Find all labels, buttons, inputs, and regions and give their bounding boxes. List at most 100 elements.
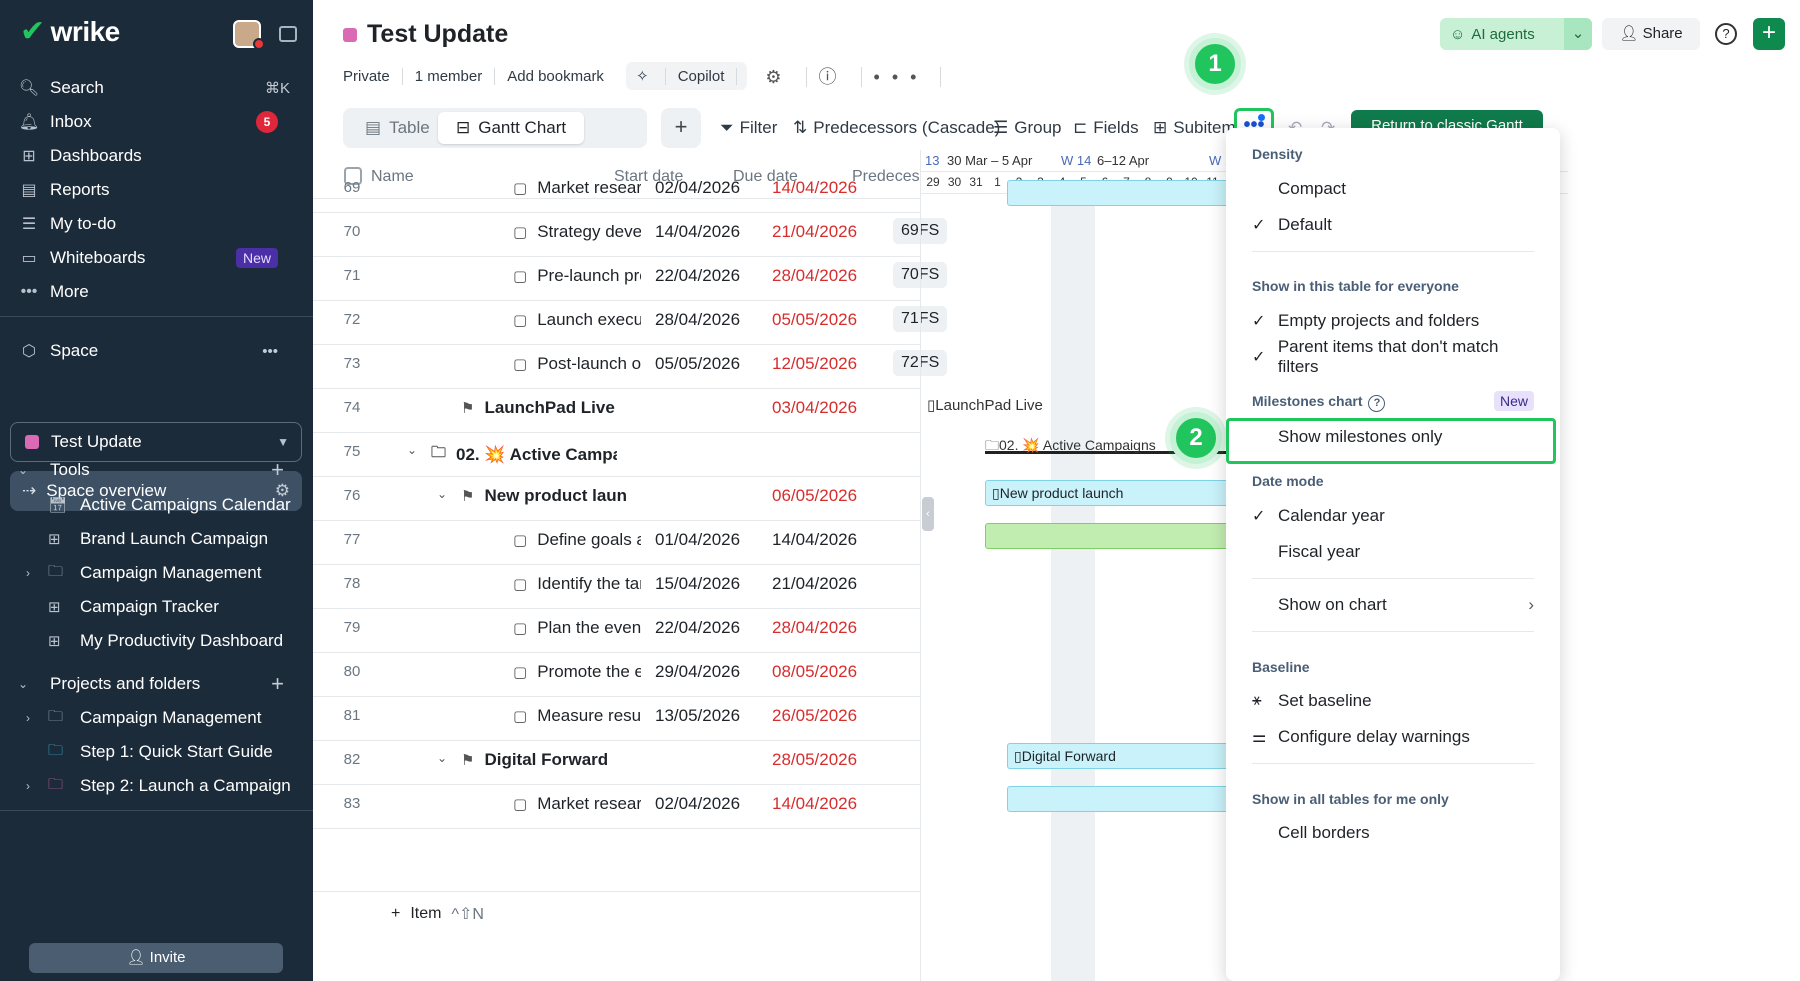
tab-gantt-chart[interactable]: ⊟ Gantt Chart bbox=[438, 112, 585, 144]
menu-item-compact[interactable]: Compact bbox=[1252, 175, 1542, 203]
gear-icon[interactable]: ⚙ bbox=[765, 67, 807, 87]
row-due-date[interactable]: 14/04/2026 bbox=[772, 794, 857, 814]
tool-item[interactable]: › 🗀 Campaign Management bbox=[26, 556, 310, 590]
project-item[interactable]: › 🗀 Campaign Management bbox=[26, 701, 310, 735]
row-name[interactable]: ▢ Measure result bbox=[513, 706, 641, 726]
row-due-date[interactable]: 08/05/2026 bbox=[772, 662, 857, 682]
table-row[interactable]: 81 ▢ Measure result 13/05/2026 26/05/2026 bbox=[313, 693, 921, 741]
table-row[interactable]: 69 ▢ Market researc 02/04/2026 14/04/2026 bbox=[313, 165, 921, 213]
nav-dashboards[interactable]: ⊞ Dashboards bbox=[18, 139, 298, 173]
gantt-bar[interactable]: ▯ New product launch bbox=[985, 480, 1245, 506]
nav-inbox[interactable]: 🔔︎ Inbox 5 bbox=[18, 105, 298, 139]
row-name[interactable]: ▢ Pre-launch pre bbox=[513, 266, 641, 286]
row-name[interactable]: ▢ Promote the ev bbox=[513, 662, 641, 682]
row-name[interactable]: ▢ Identify the tar bbox=[513, 574, 641, 594]
menu-item-delay-warnings[interactable]: ⚌ Configure delay warnings bbox=[1252, 723, 1542, 751]
add-project-icon[interactable]: + bbox=[271, 671, 284, 697]
ai-agents-button[interactable]: ☺ AI agents ⌄ bbox=[1440, 18, 1592, 50]
row-name[interactable]: ▢ Define goals ar bbox=[513, 530, 641, 550]
table-row[interactable]: 73 ▢ Post-launch op 05/05/2026 12/05/2026 72F… bbox=[313, 341, 948, 389]
menu-item-default[interactable]: ✓ Default bbox=[1252, 211, 1542, 239]
row-start-date[interactable]: 05/05/2026 bbox=[655, 354, 740, 374]
invite-button[interactable]: 👤︎ Invite bbox=[29, 943, 283, 973]
row-start-date[interactable]: 22/04/2026 bbox=[655, 618, 740, 638]
table-row[interactable]: 77 ▢ Define goals ar 01/04/2026 14/04/2026 bbox=[313, 517, 921, 565]
chevron-down-icon[interactable]: ⌄ bbox=[407, 443, 417, 457]
gantt-bar[interactable]: ▯ Digital Forward bbox=[1007, 743, 1247, 769]
chevron-right-icon[interactable]: › bbox=[26, 779, 30, 793]
table-row[interactable]: 76 ⌄ ⚑ New product laun 06/05/2026 bbox=[313, 473, 921, 521]
menu-item-show-milestones[interactable]: Show milestones only bbox=[1252, 423, 1542, 451]
row-start-date[interactable]: 28/04/2026 bbox=[655, 310, 740, 330]
tool-item[interactable]: ⊞ My Productivity Dashboard bbox=[48, 624, 310, 658]
add-bookmark[interactable]: Add bookmark bbox=[495, 68, 616, 85]
row-due-date[interactable]: 26/05/2026 bbox=[772, 706, 857, 726]
gantt-bar[interactable] bbox=[1007, 786, 1247, 812]
nav-more[interactable]: ••• More bbox=[18, 275, 298, 309]
row-name[interactable]: 🗀 02. 💥 Active Campai bbox=[431, 442, 617, 467]
tool-item[interactable]: ⊞ Brand Launch Campaign bbox=[48, 522, 310, 556]
row-start-date[interactable]: 02/04/2026 bbox=[655, 178, 740, 198]
collapse-sidebar-icon[interactable] bbox=[279, 26, 297, 42]
tool-item[interactable]: 📅︎ Active Campaigns Calendar bbox=[48, 488, 310, 522]
nav-my-todo[interactable]: ☰ My to-do bbox=[18, 207, 298, 241]
row-start-date[interactable]: 14/04/2026 bbox=[655, 222, 740, 242]
table-row[interactable]: 83 ▢ Market researc 02/04/2026 14/04/2026 bbox=[313, 781, 921, 829]
add-item-button[interactable]: + Item ^⇧N bbox=[313, 891, 921, 935]
nav-whiteboards[interactable]: ▭ Whiteboards New bbox=[18, 241, 298, 275]
menu-item-parent-items[interactable]: ✓ Parent items that don't match filters bbox=[1252, 337, 1542, 376]
table-row[interactable]: 75 ⌄ 🗀 02. 💥 Active Campai bbox=[313, 429, 921, 477]
menu-item-calendar-year[interactable]: ✓ Calendar year bbox=[1252, 502, 1542, 530]
row-name[interactable]: ▢ Market researc bbox=[513, 794, 641, 814]
wrike-logo[interactable]: ✔ wrike bbox=[20, 14, 120, 49]
chevron-down-icon[interactable]: ⌄ bbox=[1564, 18, 1592, 50]
row-name[interactable]: ⚑ Digital Forward bbox=[461, 750, 681, 770]
table-row[interactable]: 70 ▢ Strategy devel 14/04/2026 21/04/2026 69F… bbox=[313, 209, 948, 257]
table-row[interactable]: 72 ▢ Launch execut 28/04/2026 05/05/2026 71FS bbox=[313, 297, 948, 345]
privacy-label[interactable]: Private bbox=[343, 67, 403, 85]
copilot-button[interactable]: ✧ Copilot bbox=[625, 62, 748, 90]
table-row[interactable]: 78 ▢ Identify the tar 15/04/2026 21/04/2026 bbox=[313, 561, 921, 609]
row-due-date[interactable]: 28/05/2026 bbox=[772, 750, 857, 770]
predecessors-button[interactable]: ⇅ Predecessors (Cascade) bbox=[793, 114, 1000, 142]
add-view-button[interactable]: + bbox=[661, 108, 701, 148]
milestone-label[interactable]: ▯LaunchPad Live bbox=[927, 396, 1043, 414]
table-row[interactable]: 79 ▢ Plan the event 22/04/2026 28/04/2026 bbox=[313, 605, 921, 653]
help-icon[interactable]: ? bbox=[1715, 23, 1737, 45]
row-name[interactable]: ▢ Plan the event bbox=[513, 618, 641, 638]
gantt-bar[interactable] bbox=[1007, 180, 1247, 206]
table-row[interactable]: 74 ⚑ LaunchPad Live 03/04/2026 bbox=[313, 385, 921, 433]
projects-section[interactable]: ⌄ Projects and folders + bbox=[18, 667, 298, 701]
row-due-date[interactable]: 21/04/2026 bbox=[772, 574, 857, 594]
share-button[interactable]: 👤︎ Share bbox=[1602, 18, 1700, 50]
row-due-date[interactable]: 21/04/2026 bbox=[772, 222, 857, 242]
row-due-date[interactable]: 28/04/2026 bbox=[772, 266, 857, 286]
row-start-date[interactable]: 01/04/2026 bbox=[655, 530, 740, 550]
chevron-down-icon[interactable]: ⌄ bbox=[437, 487, 447, 501]
row-due-date[interactable]: 28/04/2026 bbox=[772, 618, 857, 638]
row-start-date[interactable]: 22/04/2026 bbox=[655, 266, 740, 286]
group-button[interactable]: ☰ Group bbox=[993, 114, 1062, 142]
table-row[interactable]: 82 ⌄ ⚑ Digital Forward 28/05/2026 bbox=[313, 737, 921, 785]
row-name[interactable]: ▢ Launch execut bbox=[513, 310, 641, 330]
fields-button[interactable]: ⊏ Fields bbox=[1073, 114, 1139, 142]
menu-item-set-baseline[interactable]: ⚹ Set baseline bbox=[1252, 687, 1542, 715]
row-due-date[interactable]: 06/05/2026 bbox=[772, 486, 857, 506]
add-tool-icon[interactable]: + bbox=[271, 457, 284, 483]
row-start-date[interactable]: 02/04/2026 bbox=[655, 794, 740, 814]
row-due-date[interactable]: 12/05/2026 bbox=[772, 354, 857, 374]
row-name[interactable]: ▢ Strategy devel bbox=[513, 222, 641, 242]
panel-splitter[interactable]: ‹ bbox=[922, 497, 934, 531]
nav-search[interactable]: 🔍︎ Search ⌘K bbox=[18, 71, 298, 105]
add-button[interactable]: + bbox=[1753, 18, 1785, 50]
chevron-right-icon[interactable]: › bbox=[26, 566, 30, 580]
table-row[interactable]: 71 ▢ Pre-launch pre 22/04/2026 28/04/2026 70F… bbox=[313, 253, 948, 301]
row-due-date[interactable]: 05/05/2026 bbox=[772, 310, 857, 330]
row-start-date[interactable]: 15/04/2026 bbox=[655, 574, 740, 594]
menu-item-cell-borders[interactable]: Cell borders bbox=[1252, 819, 1542, 847]
row-name[interactable]: ▢ Post-launch op bbox=[513, 354, 641, 374]
row-name[interactable]: ⚑ New product laun bbox=[461, 486, 681, 506]
gantt-bar[interactable] bbox=[985, 523, 1245, 549]
nav-reports[interactable]: ▤ Reports bbox=[18, 173, 298, 207]
menu-item-empty-projects[interactable]: ✓ Empty projects and folders bbox=[1252, 307, 1542, 335]
